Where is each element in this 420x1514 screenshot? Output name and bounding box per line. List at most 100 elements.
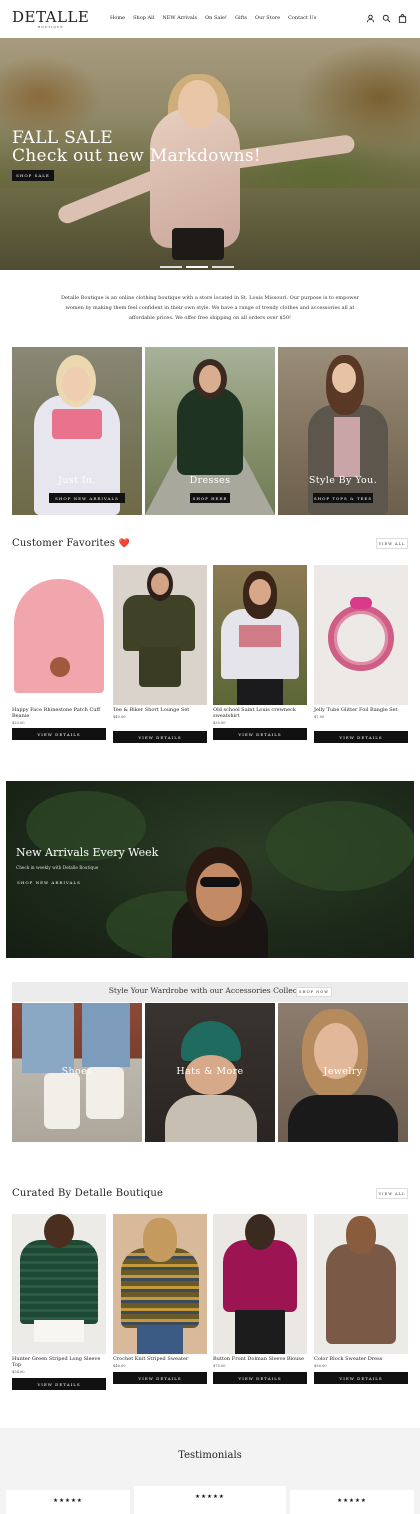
nav-on-sale[interactable]: On Sale! bbox=[205, 15, 227, 21]
curated-view-all-button[interactable]: VIEW ALL bbox=[376, 1188, 408, 1199]
model-hair bbox=[346, 1216, 376, 1254]
heart-icon: ❤️ bbox=[118, 539, 130, 549]
view-details-button[interactable]: VIEW DETAILS bbox=[12, 1378, 106, 1390]
striped-top bbox=[20, 1240, 98, 1324]
view-details-button[interactable]: VIEW DETAILS bbox=[113, 1372, 207, 1384]
favorites-title: Customer Favorites ❤️ bbox=[12, 538, 130, 549]
testimonial-card: ★★★★★ bbox=[290, 1490, 414, 1514]
category-tile-style-by-you[interactable]: Style By You. SHOP TOPS & TEES bbox=[278, 347, 408, 515]
tile-label: Shoes bbox=[61, 1066, 93, 1077]
shop-new-arrivals-button[interactable]: SHOP NEW ARRIVALS bbox=[49, 493, 125, 503]
model-hair bbox=[44, 1214, 74, 1248]
product-image[interactable] bbox=[113, 565, 207, 705]
tile-figure-dress bbox=[177, 387, 243, 475]
star-rating: ★★★★★ bbox=[195, 1494, 225, 1500]
logo[interactable]: DETALLE BOUTIQUE bbox=[12, 8, 89, 30]
product-price: $20.00 bbox=[12, 721, 25, 725]
tile-figure-face bbox=[62, 367, 90, 401]
product-image[interactable] bbox=[213, 1214, 307, 1354]
logo-wordmark: DETALLE bbox=[12, 8, 90, 26]
jeans-leg bbox=[22, 1003, 74, 1073]
tile-figure-face bbox=[332, 363, 356, 393]
accessory-tile-jewelry[interactable]: Jewelry bbox=[278, 1003, 408, 1142]
view-details-button[interactable]: VIEW DETAILS bbox=[113, 731, 207, 743]
view-details-button[interactable]: VIEW DETAILS bbox=[213, 728, 307, 740]
category-tile-just-in[interactable]: Just In. SHOP NEW ARRIVALS bbox=[12, 347, 142, 515]
nav-contact-us[interactable]: Contact Us bbox=[288, 15, 316, 21]
product-image[interactable] bbox=[113, 1214, 207, 1354]
model-face bbox=[196, 863, 242, 921]
curated-title: Curated By Detalle Boutique bbox=[12, 1188, 164, 1199]
star-rating: ★★★★★ bbox=[53, 1498, 83, 1504]
favorites-view-all-button[interactable]: VIEW ALL bbox=[376, 538, 408, 549]
biker-shorts bbox=[139, 647, 181, 687]
view-details-button[interactable]: VIEW DETAILS bbox=[12, 728, 106, 740]
product-name[interactable]: Crochet Knit Striped Sweater bbox=[113, 1356, 207, 1363]
product-price: $7.00 bbox=[314, 715, 325, 719]
product-name[interactable]: Hunter Green Striped Long Sleeve Top bbox=[12, 1356, 106, 1368]
nav-gifts[interactable]: Gifts bbox=[235, 15, 247, 21]
shop-now-button[interactable]: SHOP NOW bbox=[296, 987, 332, 997]
nav-our-store[interactable]: Our Store bbox=[255, 15, 280, 21]
tile-label: Just In. bbox=[58, 475, 96, 486]
slide-dot-active[interactable] bbox=[186, 266, 208, 268]
site-header: DETALLE BOUTIQUE Home Shop All NEW Arriv… bbox=[0, 0, 420, 38]
user-icon[interactable] bbox=[366, 14, 375, 23]
tile-figure-print bbox=[52, 409, 102, 439]
bag-icon[interactable] bbox=[398, 14, 407, 23]
pants bbox=[237, 679, 283, 705]
tile-label: Hats & More bbox=[176, 1066, 244, 1077]
model-top bbox=[165, 1095, 257, 1142]
view-details-button[interactable]: VIEW DETAILS bbox=[314, 1372, 408, 1384]
nav-new-arrivals[interactable]: NEW Arrivals bbox=[162, 15, 197, 21]
shop-tops-button[interactable]: SHOP TOPS & TEES bbox=[313, 493, 373, 503]
product-image[interactable] bbox=[314, 1214, 408, 1354]
hero-figure-skirt bbox=[172, 228, 224, 260]
model-hair bbox=[245, 1214, 275, 1250]
testimonial-card: ★★★★★ bbox=[6, 1490, 130, 1514]
lounge-tee bbox=[123, 595, 195, 651]
slide-dot[interactable] bbox=[160, 266, 182, 268]
hero-subtitle: Check out new Markdowns! bbox=[12, 146, 261, 166]
product-name[interactable]: Happy Face Rhinestone Patch Cuff Beanie bbox=[12, 707, 106, 719]
tile-figure-top bbox=[334, 417, 360, 477]
tile-label: Dresses bbox=[189, 475, 231, 486]
product-image[interactable] bbox=[12, 565, 106, 705]
category-tile-dresses[interactable]: Dresses SHOP HERE bbox=[145, 347, 275, 515]
jeans-leg bbox=[82, 1003, 130, 1067]
hero-figure-head bbox=[178, 80, 218, 128]
product-name[interactable]: Tee & Biker Short Lounge Set bbox=[113, 707, 207, 714]
hero-figure-body bbox=[150, 108, 240, 248]
nav-home[interactable]: Home bbox=[110, 15, 125, 21]
testimonials-title: Testimonials bbox=[178, 1450, 242, 1461]
slide-dot[interactable] bbox=[212, 266, 234, 268]
shop-new-arrivals-banner-button[interactable]: SHOP NEW ARRIVALS bbox=[16, 877, 82, 888]
view-details-button[interactable]: VIEW DETAILS bbox=[213, 1372, 307, 1384]
shop-here-button[interactable]: SHOP HERE bbox=[190, 493, 230, 503]
nav-shop-all[interactable]: Shop All bbox=[133, 15, 154, 21]
product-name[interactable]: Button Front Dolman Sleeve Blouse bbox=[213, 1356, 307, 1363]
product-price: $56.00 bbox=[314, 1364, 327, 1368]
sweatshirt-print bbox=[239, 625, 281, 647]
view-details-button[interactable]: VIEW DETAILS bbox=[314, 731, 408, 743]
smiley-patch bbox=[50, 657, 70, 677]
product-price: $30.00 bbox=[213, 721, 226, 725]
product-price: $46.00 bbox=[113, 1364, 126, 1368]
shop-sale-button[interactable]: SHOP SALE bbox=[12, 170, 54, 181]
product-image[interactable] bbox=[213, 565, 307, 705]
search-icon[interactable] bbox=[382, 14, 391, 23]
product-image[interactable] bbox=[12, 1214, 106, 1354]
model-hair bbox=[143, 1218, 177, 1262]
logo-subtitle: BOUTIQUE bbox=[38, 25, 64, 29]
accessory-tile-hats[interactable]: Hats & More bbox=[145, 1003, 275, 1142]
slideshow-dots bbox=[160, 266, 234, 268]
product-name[interactable]: Color Block Sweater Dress bbox=[314, 1356, 408, 1363]
product-name[interactable]: Old school Saint Louis crewneck sweatshi… bbox=[213, 707, 307, 719]
product-name[interactable]: Jelly Tube Glitter Foil Bangle Set bbox=[314, 707, 408, 714]
product-image[interactable] bbox=[314, 565, 408, 705]
sweater-dress bbox=[326, 1244, 396, 1344]
black-pants bbox=[235, 1310, 285, 1354]
white-skirt bbox=[34, 1320, 84, 1342]
accessory-tile-shoes[interactable]: Shoes bbox=[12, 1003, 142, 1142]
model-face bbox=[249, 579, 271, 605]
